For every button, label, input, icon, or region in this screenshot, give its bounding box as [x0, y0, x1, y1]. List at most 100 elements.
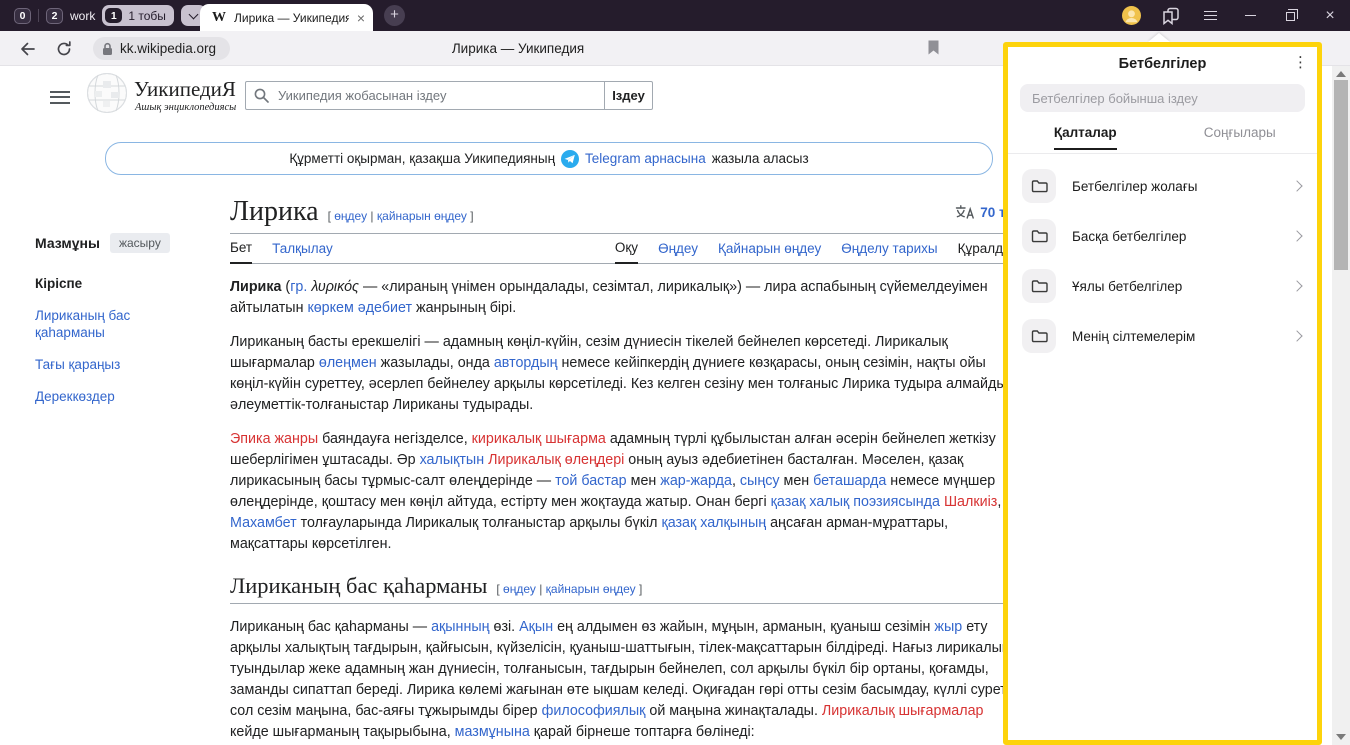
bookmarks-tabs: Қалталар Соңғылары [1008, 125, 1317, 150]
hamburger-icon [50, 91, 70, 104]
browser-menu-button[interactable] [1197, 0, 1223, 31]
kebab-menu-icon[interactable]: ⋮ [1293, 54, 1308, 72]
toc-item-see-also[interactable]: Тағы қараңыз [35, 356, 200, 373]
toc-item-references[interactable]: Дереккөздер [35, 388, 200, 405]
tab-group-label: 1 тобы [128, 9, 166, 23]
wiki-search-input[interactable] [276, 87, 596, 104]
search-icon [254, 88, 269, 103]
toc-hide-button[interactable]: жасыру [110, 233, 170, 253]
panel-pointer-arrow [1148, 33, 1170, 42]
wikipedia-wordmark[interactable]: УикипедиЯ [134, 77, 236, 102]
new-tab-button[interactable]: + [384, 5, 405, 26]
scroll-up-arrow-icon[interactable] [1336, 71, 1346, 77]
tab-edit-source[interactable]: Қайнарын өңдеу [718, 241, 821, 263]
article-title-row: Лирика [ өңдеу | қайнарын өңдеу ] 70 тіл [230, 196, 1018, 234]
tab-page[interactable]: Бет [230, 240, 252, 264]
bookmarks-toolbar-button[interactable] [1157, 0, 1183, 31]
panel-divider [1008, 153, 1317, 154]
workspace-count-badge[interactable]: 2 [46, 8, 63, 24]
tab-close-icon[interactable]: × [357, 11, 365, 25]
paragraph-4: Лириканың бас қаһарманы — ақынның өзі. А… [230, 617, 1018, 743]
window-minimize-button[interactable] [1237, 0, 1263, 31]
wiki-search-box[interactable] [245, 81, 605, 110]
folder-icon [1022, 319, 1056, 353]
folder-row-mobile-bookmarks[interactable]: Ұялы бетбелгілер [1008, 261, 1317, 311]
avatar-icon [1122, 6, 1141, 25]
tab-talk[interactable]: Талқылау [272, 241, 333, 263]
tab-counter-badge[interactable]: 0 [14, 8, 31, 24]
chevron-right-icon [1291, 180, 1302, 191]
tab-edit[interactable]: Өңдеу [658, 241, 698, 263]
paragraph-3: Эпика жанры баяндауға негізделсе, кирика… [230, 429, 1018, 555]
telegram-channel-link[interactable]: Telegram арнасына [585, 151, 706, 166]
bookmarks-icon [1161, 7, 1180, 25]
banner-text-suffix: жазыла аласыз [712, 151, 809, 166]
toc-title: Мазмұны [35, 235, 100, 251]
article-tabs: Бет Талқылау Оқу Өңдеу Қайнарын өңдеу Өң… [230, 234, 1018, 264]
page-title: Лирика — Уикипедия [452, 31, 584, 66]
page-scrollbar[interactable] [1332, 66, 1350, 745]
scroll-down-arrow-icon[interactable] [1336, 734, 1346, 740]
tab-group-count-badge: 1 [105, 8, 122, 23]
lock-icon [102, 42, 113, 56]
toc-item-intro[interactable]: Кіріспе [35, 275, 200, 292]
wiki-search-button[interactable]: Іздеу [604, 81, 653, 110]
url-text: kk.wikipedia.org [120, 41, 216, 56]
wiki-menu-button[interactable] [50, 87, 70, 107]
section-heading: Лириканың бас қаһарманы [230, 573, 487, 599]
window-close-button[interactable]: × [1317, 0, 1343, 31]
section-edit-links[interactable]: [ өңдеу | қайнарын өңдеу ] [496, 582, 642, 596]
table-of-contents: Мазмұны жасыру Кіріспе Лириканың бас қаһ… [35, 233, 200, 405]
paragraph-2: Лириканың басты ерекшелігі — адамның көң… [230, 332, 1018, 416]
language-icon [955, 204, 975, 220]
workspace-label[interactable]: work [70, 9, 95, 23]
tab-folders[interactable]: Қалталар [1008, 125, 1163, 150]
chevron-right-icon [1291, 280, 1302, 291]
folder-icon [1022, 219, 1056, 253]
minimize-icon [1245, 15, 1256, 17]
wikipedia-tagline: Ашық энциклопедиясы [135, 102, 236, 113]
wikipedia-logo[interactable] [86, 72, 128, 119]
chevron-down-icon [188, 9, 198, 19]
reload-button[interactable] [56, 31, 72, 66]
chevron-right-icon [1291, 330, 1302, 341]
sitenotice-banner: Құрметті оқырман, қазақша Уикипедияның T… [105, 142, 993, 175]
back-arrow-icon [19, 41, 36, 57]
back-button[interactable] [19, 31, 36, 66]
wikipedia-globe-icon [86, 72, 128, 114]
url-field[interactable]: kk.wikipedia.org [93, 37, 230, 60]
section-heading-row: Лириканың бас қаһарманы [ өңдеу | қайнар… [230, 573, 1018, 604]
bookmarks-folder-list: Бетбелгілер жолағы Басқа бетбелгілер Ұял… [1008, 161, 1317, 361]
browser-tab-bar: 0 2 work 1 1 тобы W Лирика — Уикипедия ×… [0, 0, 1350, 31]
tab-groups-cluster: 0 2 work 1 1 тобы [14, 0, 206, 31]
article-title: Лирика [230, 196, 319, 228]
tab-read[interactable]: Оқу [615, 240, 638, 264]
tab-history[interactable]: Өңделу тарихы [841, 241, 937, 263]
hamburger-icon [1204, 8, 1217, 23]
reload-icon [56, 41, 72, 57]
tab-title: Лирика — Уикипедия [234, 11, 349, 25]
bookmarks-panel-title: Бетбелгілер [1008, 56, 1317, 72]
bookmarks-search-input[interactable] [1020, 84, 1305, 112]
scrollbar-thumb[interactable] [1334, 80, 1348, 270]
tab-bar-divider [38, 9, 39, 22]
folder-row-bookmarks-bar[interactable]: Бетбелгілер жолағы [1008, 161, 1317, 211]
paragraph-1: Лирика (гр. λυρικός — «лираның үнімен ор… [230, 277, 1018, 319]
restore-icon [1286, 12, 1295, 21]
tab-group-pill[interactable]: 1 1 тобы [102, 5, 174, 26]
article: Лирика [ өңдеу | қайнарын өңдеу ] 70 тіл [230, 196, 1018, 745]
active-tab[interactable]: W Лирика — Уикипедия × [200, 4, 373, 31]
wikipedia-favicon: W [212, 10, 226, 26]
title-edit-links[interactable]: [ өңдеу | қайнарын өңдеу ] [328, 209, 474, 223]
telegram-icon [561, 150, 579, 168]
chevron-right-icon [1291, 230, 1302, 241]
bookmark-flag-button[interactable] [928, 40, 939, 60]
folder-row-other-bookmarks[interactable]: Басқа бетбелгілер [1008, 211, 1317, 261]
profile-avatar[interactable] [1118, 0, 1144, 31]
window-restore-button[interactable] [1277, 0, 1303, 31]
screen: 0 2 work 1 1 тобы W Лирика — Уикипедия ×… [0, 0, 1350, 745]
folder-row-my-links[interactable]: Менің сілтемелерім [1008, 311, 1317, 361]
folder-icon [1022, 269, 1056, 303]
tab-recent[interactable]: Соңғылары [1163, 125, 1318, 150]
toc-item-main-hero[interactable]: Лириканың бас қаһарманы [35, 307, 200, 341]
